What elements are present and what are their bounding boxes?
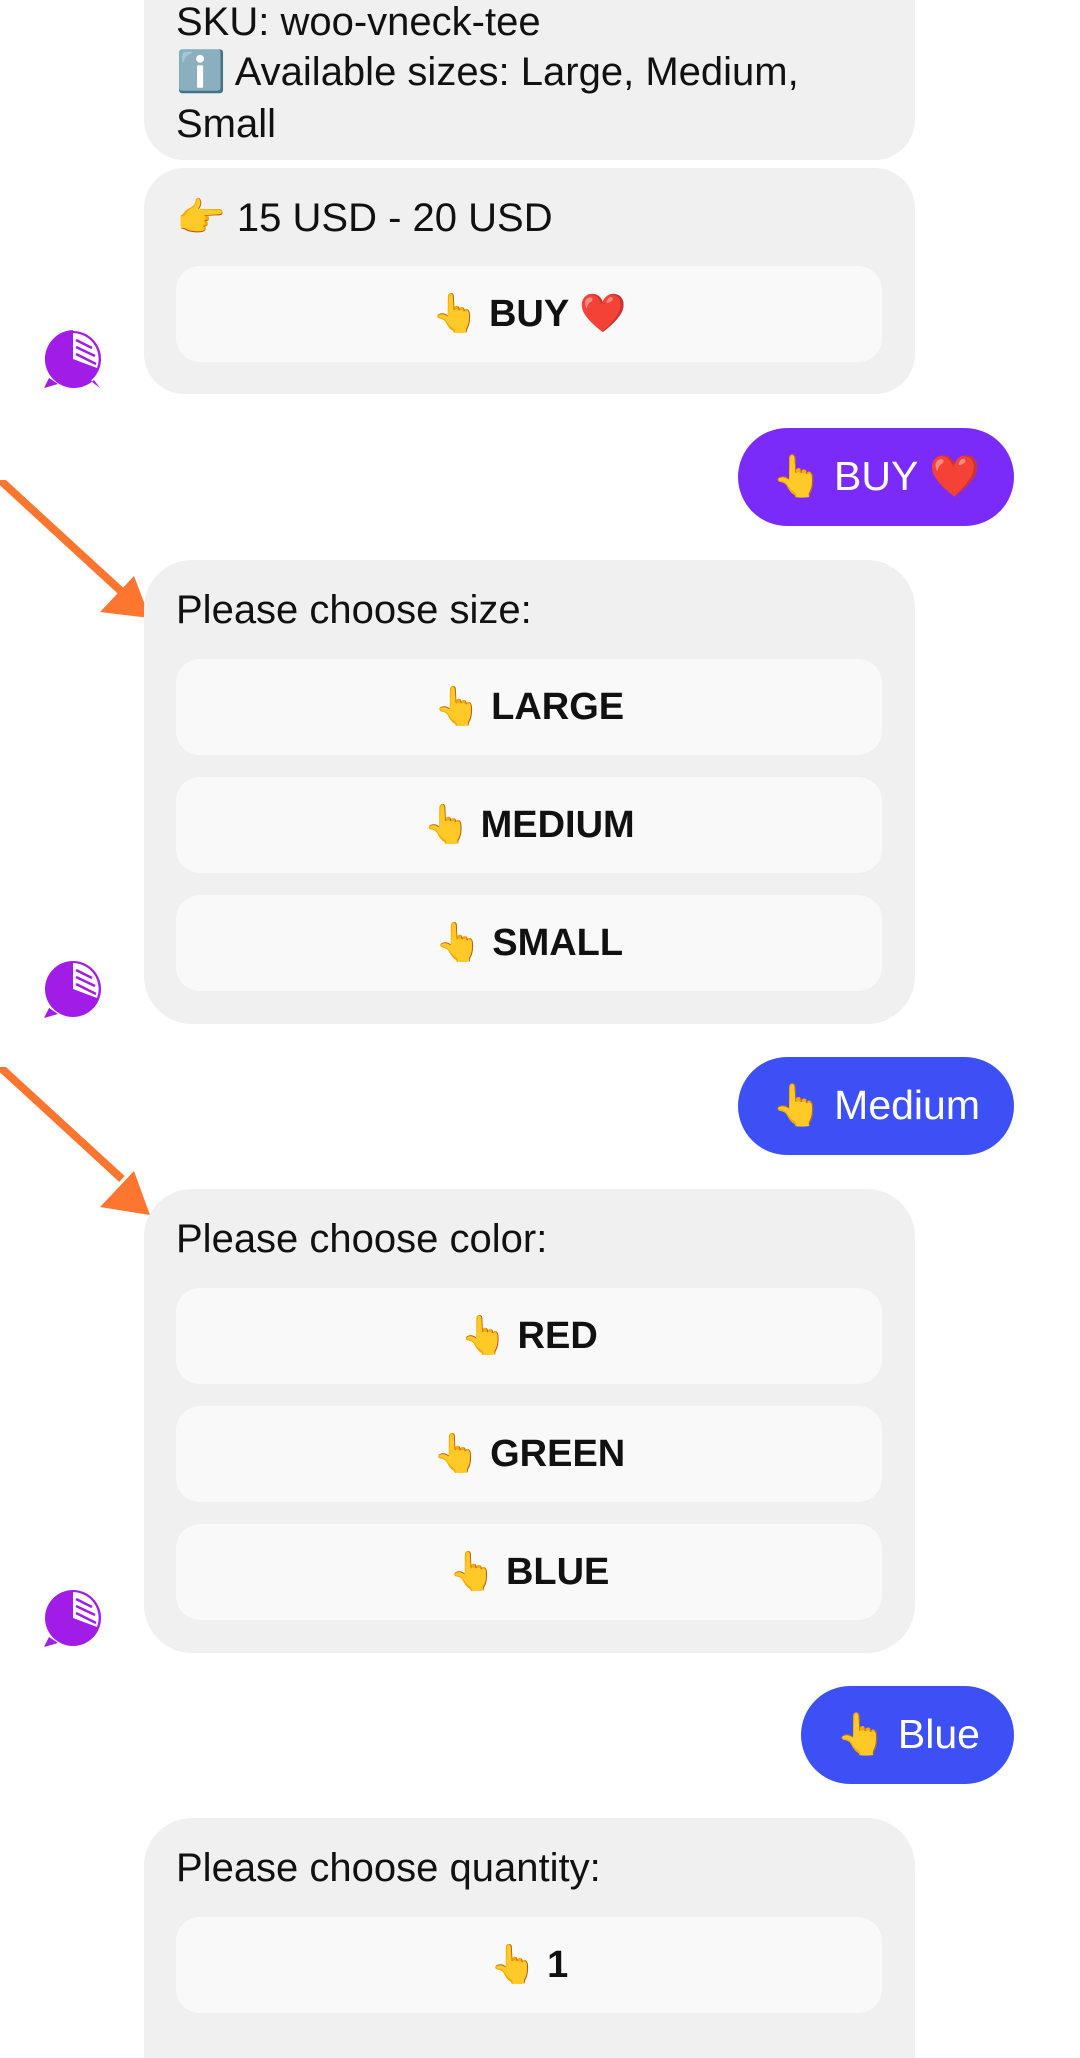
pointing-up-icon: 👆 — [431, 293, 479, 335]
arrow-icon — [0, 1067, 150, 1215]
option-label: MEDIUM — [480, 803, 635, 846]
pointing-up-icon: 👆 — [460, 1315, 508, 1357]
quantity-option-1[interactable]: 👆 1 — [176, 1917, 882, 2013]
option-label: 1 — [547, 1943, 569, 1986]
product-info-bubble: SKU: woo-vneck-tee ℹ️ Available sizes: L… — [144, 0, 915, 160]
option-label: GREEN — [490, 1432, 626, 1475]
color-option-blue[interactable]: 👆 BLUE — [176, 1524, 882, 1620]
arrow-icon — [0, 480, 150, 618]
pointing-up-icon: 👆 — [432, 1433, 481, 1475]
pointing-up-icon: 👆 — [423, 804, 471, 846]
pointing-up-icon: 👆 — [448, 1551, 496, 1593]
option-label: BLUE — [505, 1550, 610, 1593]
color-option-red[interactable]: 👆 RED — [176, 1288, 882, 1384]
quantity-prompt-text: Please choose quantity: — [176, 1846, 601, 1890]
size-prompt-text: Please choose size: — [176, 588, 532, 632]
user-message-text: 👆 BUY ❤️ — [771, 453, 980, 499]
color-prompt-bubble: Please choose color: 👆 RED 👆 GREEN 👆 BLU… — [144, 1189, 915, 1653]
price-text: 👉 15 USD - 20 USD — [176, 196, 553, 240]
user-message-color: 👆 Blue — [801, 1686, 1014, 1784]
bot-avatar-icon — [44, 961, 101, 1018]
size-option-large[interactable]: 👆 LARGE — [176, 659, 882, 755]
buy-button-label: BUY ❤️ — [488, 293, 627, 335]
size-prompt-bubble: Please choose size: 👆 LARGE 👆 MEDIUM 👆 S… — [144, 560, 915, 1024]
size-option-small[interactable]: 👆 SMALL — [176, 895, 882, 991]
pointing-up-icon: 👆 — [433, 686, 482, 728]
available-sizes-text: ℹ️ Available sizes: Large, Medium, Small — [176, 50, 810, 146]
price-bubble: 👉 15 USD - 20 USD 👆 BUY ❤️ — [144, 168, 915, 394]
option-label: LARGE — [491, 685, 625, 728]
pointing-up-icon: 👆 — [489, 1944, 538, 1986]
user-message-buy: 👆 BUY ❤️ — [737, 428, 1014, 526]
user-message-text: 👆 Blue — [835, 1711, 980, 1757]
option-label: SMALL — [492, 921, 624, 964]
color-option-green[interactable]: 👆 GREEN — [176, 1406, 882, 1502]
bot-avatar-icon — [44, 1590, 101, 1647]
color-prompt-text: Please choose color: — [176, 1217, 548, 1261]
quantity-prompt-bubble: Please choose quantity: 👆 1 — [144, 1818, 915, 2058]
user-message-text: 👆 Medium — [771, 1082, 980, 1128]
sku-text: SKU: woo-vneck-tee — [176, 0, 541, 44]
bot-avatar-icon — [44, 330, 101, 388]
buy-button[interactable]: 👆 BUY ❤️ — [176, 266, 882, 362]
option-label: RED — [517, 1314, 598, 1357]
pointing-up-icon: 👆 — [434, 922, 483, 964]
user-message-size: 👆 Medium — [737, 1057, 1014, 1155]
size-option-medium[interactable]: 👆 MEDIUM — [176, 777, 882, 873]
